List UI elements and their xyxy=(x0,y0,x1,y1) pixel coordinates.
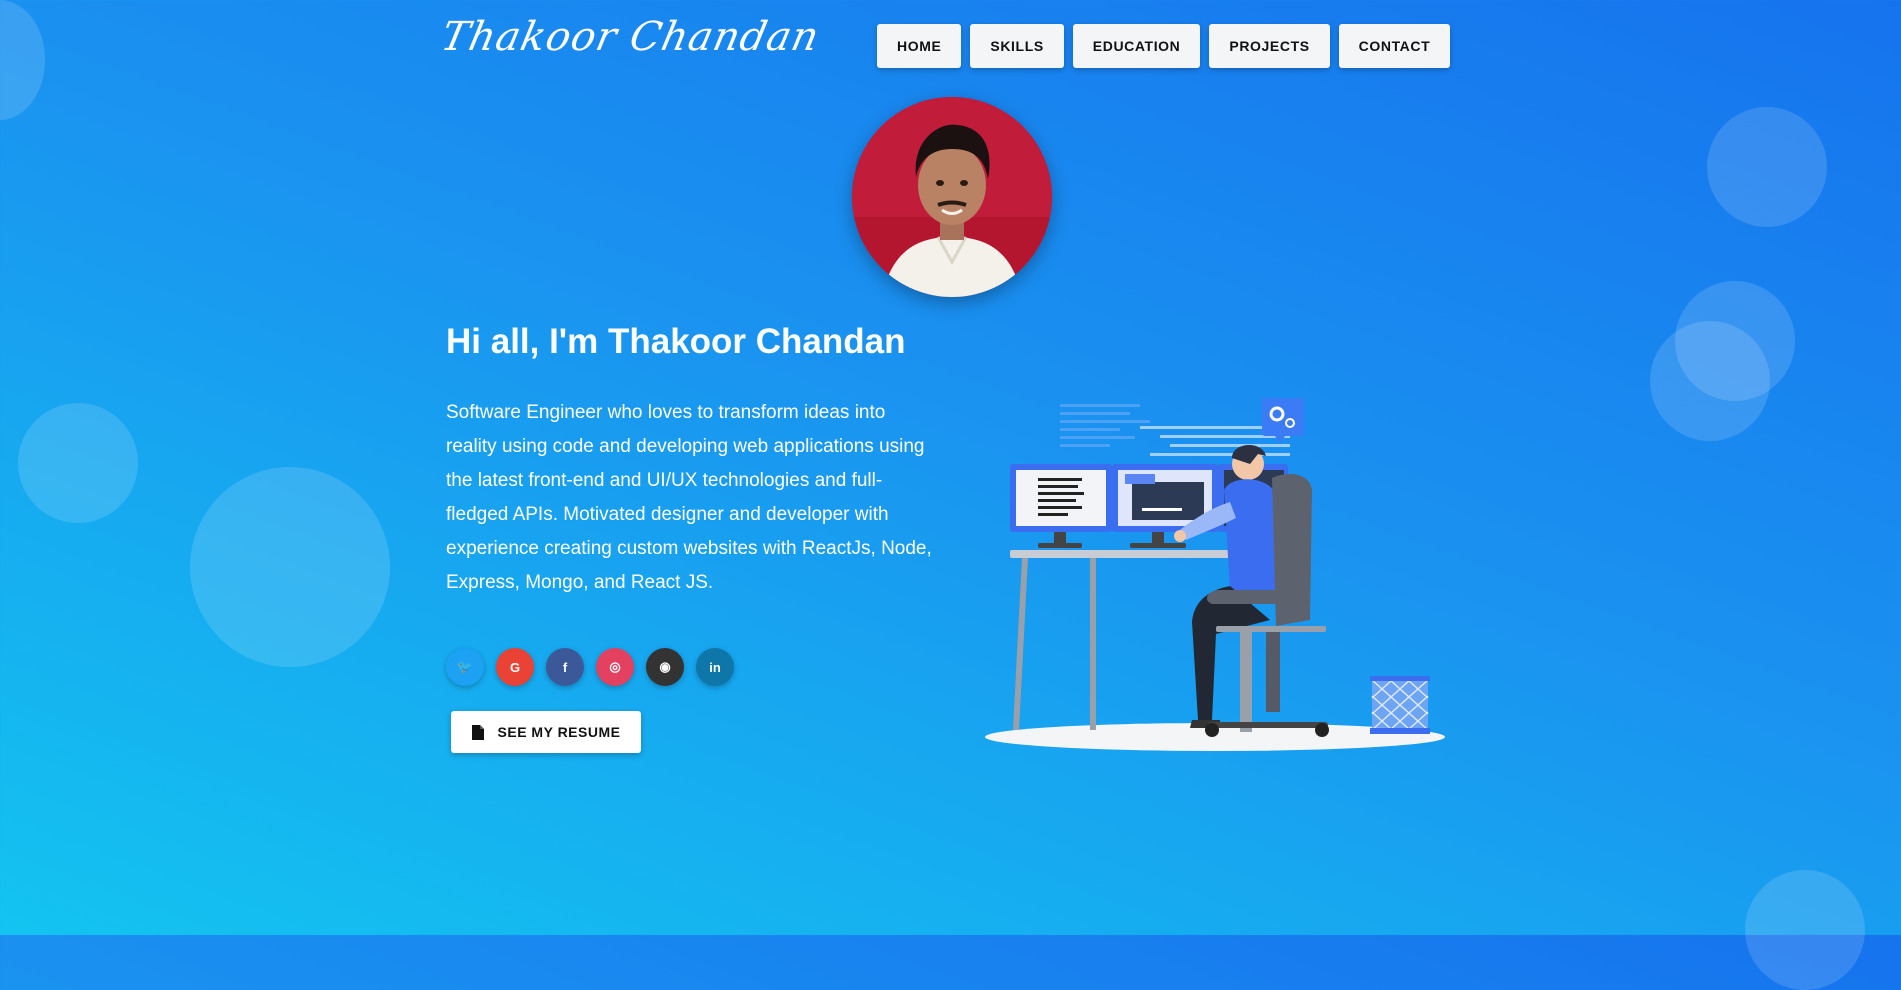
nav-home-button[interactable]: HOME xyxy=(877,24,962,68)
main-nav: HOME SKILLS EDUCATION PROJECTS CONTACT xyxy=(877,24,1451,68)
profile-photo xyxy=(852,97,1052,297)
background-bubble xyxy=(18,403,138,523)
nav-projects-button[interactable]: PROJECTS xyxy=(1209,24,1330,68)
see-resume-button[interactable]: SEE MY RESUME xyxy=(451,711,641,753)
developer-illustration xyxy=(985,398,1445,751)
background-bubble xyxy=(1650,321,1770,441)
file-icon xyxy=(471,724,484,740)
instagram-icon[interactable]: ◎ xyxy=(596,648,634,686)
background-bubble xyxy=(1745,870,1865,990)
nav-education-button[interactable]: EDUCATION xyxy=(1072,24,1201,68)
see-resume-label: SEE MY RESUME xyxy=(497,724,621,740)
profile-avatar xyxy=(852,97,1052,297)
social-links: 🐦 G f ◎ ◉ in xyxy=(446,648,734,686)
github-icon[interactable]: ◉ xyxy=(646,648,684,686)
linkedin-icon[interactable]: in xyxy=(696,648,734,686)
google-icon[interactable]: G xyxy=(496,648,534,686)
facebook-icon[interactable]: f xyxy=(546,648,584,686)
hero-greeting: Hi all, I'm Thakoor Chandan xyxy=(446,322,906,361)
background-bubble xyxy=(1707,107,1827,227)
background-bubble xyxy=(0,0,45,120)
hero-about-text: Software Engineer who loves to transform… xyxy=(446,402,932,593)
nav-contact-button[interactable]: CONTACT xyxy=(1338,24,1451,68)
twitter-icon[interactable]: 🐦 xyxy=(446,648,484,686)
nav-skills-button[interactable]: SKILLS xyxy=(970,24,1064,68)
site-logo[interactable]: Thakoor Chandan xyxy=(437,14,823,60)
background-bubble xyxy=(190,467,390,667)
